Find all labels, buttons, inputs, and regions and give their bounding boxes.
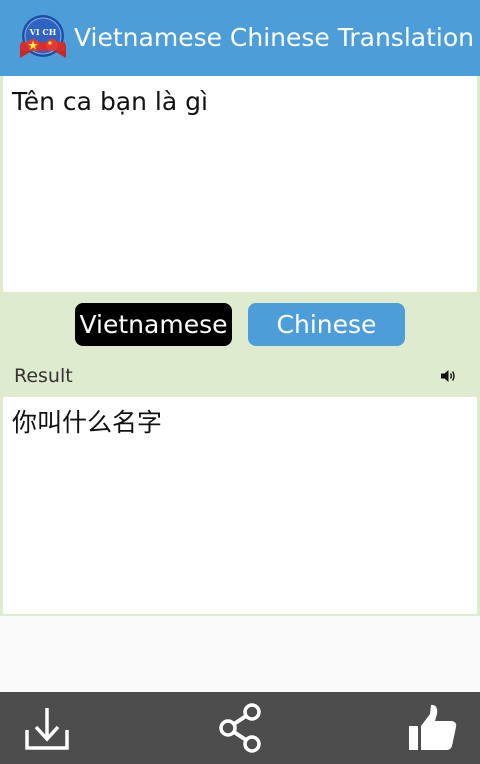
bottom-bar: [0, 692, 480, 764]
thumbs-up-icon[interactable]: [406, 702, 458, 754]
app-bar: VI CH Vietnamese Chinese Translation: [0, 0, 480, 76]
source-text: Tên ca bạn là gì: [12, 87, 208, 116]
app-title: Vietnamese Chinese Translation: [74, 23, 474, 52]
share-icon[interactable]: [214, 702, 266, 754]
logo-text: VI CH: [29, 27, 57, 37]
speaker-icon[interactable]: [440, 368, 457, 384]
language-vietnamese-button[interactable]: Vietnamese: [75, 303, 232, 346]
app-logo-icon: VI CH: [20, 15, 66, 58]
download-icon[interactable]: [21, 702, 73, 754]
result-text-panel: 你叫什么名字: [3, 397, 477, 614]
result-label: Result: [14, 365, 73, 387]
source-text-input[interactable]: Tên ca bạn là gì: [3, 76, 477, 292]
language-chinese-button[interactable]: Chinese: [248, 303, 405, 346]
result-text: 你叫什么名字: [12, 408, 163, 437]
